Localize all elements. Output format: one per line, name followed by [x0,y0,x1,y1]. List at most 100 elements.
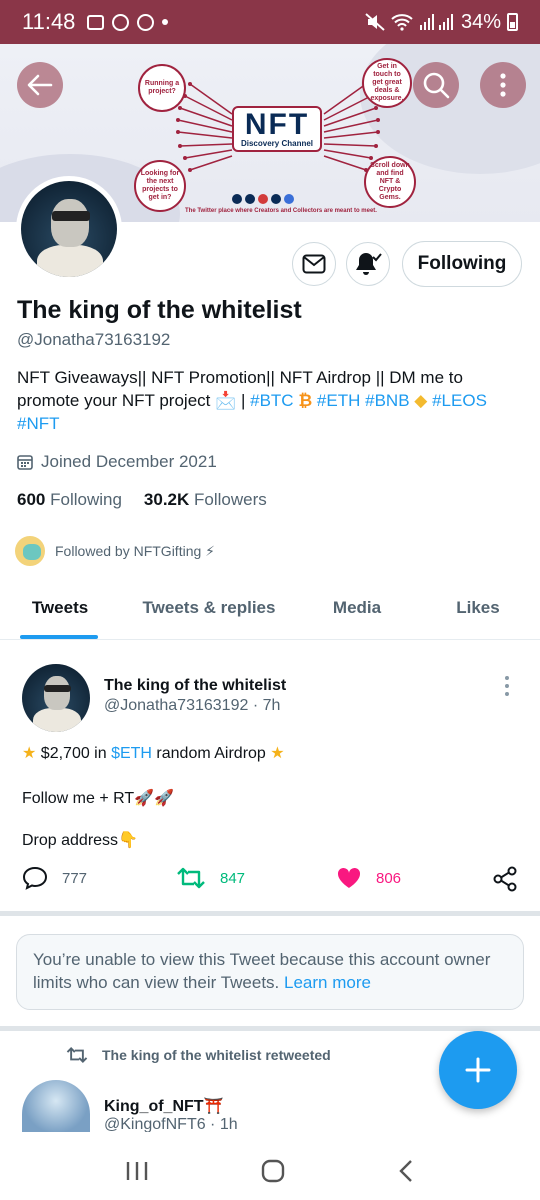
notification-icons [87,13,169,31]
status-bar: 11:48 34% [0,0,540,44]
system-navigation-bar [0,1142,540,1200]
followed-by-text: Followed by NFTGifting ⚡ [55,542,215,559]
profile-name: The king of the whitelist [17,296,302,324]
retweet-button[interactable]: 847 [176,866,245,890]
tab-tweets[interactable]: Tweets [0,586,120,639]
tab-tweets-replies[interactable]: Tweets & replies [120,586,298,639]
more-dot-icon [505,692,509,696]
followers-stat[interactable]: 30.2K Followers [144,490,267,510]
profile-bio: NFT Giveaways|| NFT Promotion|| NFT Aird… [17,366,522,435]
list-clip [0,1132,540,1142]
retweet-author-avatar[interactable] [22,1080,90,1132]
home-icon[interactable] [260,1158,286,1184]
banner-bubble: Looking for the next projects to get in? [134,160,186,212]
hashtag-link[interactable]: #BTC [250,391,293,410]
following-label: Following [50,490,122,509]
section-divider [0,1026,540,1031]
avatar-shirt [37,245,103,277]
reply-count: 777 [62,869,88,887]
tweet-text: $2,700 in [40,745,112,762]
learn-more-link[interactable]: Learn more [284,973,371,992]
tweet-line: Drop address👇 [22,832,138,849]
avatar-head [51,199,89,247]
social-icons [232,194,294,204]
hashtag-link[interactable]: #NFT [17,414,60,433]
retweet-author-name[interactable]: King_of_NFT⛩️ [104,1096,223,1116]
share-button[interactable] [492,866,518,892]
hashtag-link[interactable]: #BNB [365,391,409,410]
banner-tagline: The Twitter place where Creators and Col… [185,208,377,214]
retweet-icon [66,1047,88,1063]
following-stat[interactable]: 600 Following [17,490,122,510]
search-button[interactable] [413,62,459,108]
retweet-icon [177,867,205,889]
messenger-icon [137,13,155,31]
banner-bubble: Get in touch to get great deals & exposu… [362,58,412,108]
tab-media[interactable]: Media [298,586,416,639]
tweet-more-button[interactable] [505,676,509,696]
bell-check-icon [356,253,382,275]
notifications-button[interactable] [346,242,390,286]
back-arrow-icon [27,74,53,96]
avatar-image [21,181,117,277]
hashtag-link[interactable]: #LEOS [432,391,487,410]
followers-label: Followers [194,490,267,509]
nft-discovery-logo: NFT Discovery Channel [232,106,322,152]
instagram-icon [112,13,130,31]
message-button[interactable] [292,242,336,286]
like-count: 806 [376,869,402,887]
reply-button[interactable]: 777 [22,866,87,890]
banner-bubble: Scroll down and find NFT & Crypto Gems. [364,156,416,208]
retweeted-by-text: The king of the whitelist retweeted [102,1047,331,1063]
more-notifications-icon [162,19,169,25]
banner-bubble: Running a project? [138,64,186,112]
following-button[interactable]: Following [402,241,522,287]
tweet-author-handle: @Jonatha73163192 · 7h [104,697,281,714]
tweet-author-name[interactable]: The king of the whitelist [104,677,286,695]
like-button[interactable]: 806 [336,866,401,890]
search-icon [423,72,450,99]
compose-tweet-button[interactable] [439,1031,517,1109]
share-icon [493,866,517,892]
avatar-shirt [33,708,81,732]
recent-apps-icon[interactable] [125,1160,149,1182]
star-icon: ★ [270,745,285,762]
more-options-button[interactable] [480,62,526,108]
more-dot-icon [505,684,509,688]
followers-count: 30.2K [143,490,190,509]
bitcoin-emoji-icon: ₿ [298,391,313,410]
notice-text: You’re unable to view this Tweet because… [33,950,491,992]
following-count: 600 [17,490,46,509]
system-icons: 34% [365,11,518,34]
social-icon [245,194,255,204]
tweet-avatar[interactable] [22,664,90,732]
tweet-line: Follow me + RT🚀🚀 [22,790,175,807]
tweet-actions: 777 847 806 [22,866,522,896]
followed-by[interactable]: Followed by NFTGifting ⚡ [13,534,215,568]
logo-subtitle: Discovery Channel [240,138,314,148]
more-vertical-icon [500,73,506,97]
back-nav-icon[interactable] [397,1158,415,1184]
protected-tweet-notice: You’re unable to view this Tweet because… [16,934,524,1010]
gallery-icon [87,14,105,30]
reply-icon [22,866,48,890]
battery-percent: 34% [460,10,501,33]
social-icon [258,194,268,204]
more-dot-icon [505,676,509,680]
logo-text: NFT [244,107,310,141]
profile-avatar[interactable] [16,176,122,282]
wifi-icon [391,14,413,31]
hashtag-link[interactable]: #ETH [317,391,360,410]
star-icon: ★ [22,745,37,762]
social-icon [271,194,281,204]
avatar-sunglasses [52,211,90,221]
social-icon [284,194,294,204]
back-button[interactable] [17,62,63,108]
cashtag-link[interactable]: $ETH [111,745,152,762]
follow-stats: 600 Following 30.2K Followers [17,490,267,510]
mute-icon [365,13,385,31]
tweet-line: ★ $2,700 in $ETH random Airdrop ★ [22,743,285,763]
avatar-head [44,676,70,710]
battery-icon [507,13,518,31]
tab-likes[interactable]: Likes [416,586,540,639]
